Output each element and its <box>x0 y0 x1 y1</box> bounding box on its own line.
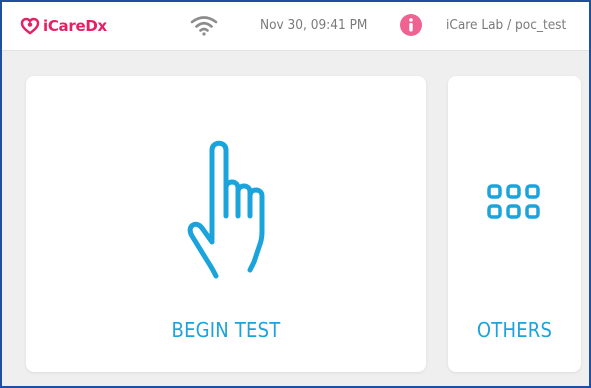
brand-logo: iCareDx <box>20 14 107 38</box>
begin-test-card[interactable]: BEGIN TEST <box>26 76 426 372</box>
others-card[interactable]: OTHERS <box>448 76 581 372</box>
hand-pointer-icon <box>187 140 265 279</box>
grid-icon <box>487 184 540 219</box>
lab-location-label[interactable]: iCare Lab / poc_test <box>446 17 566 33</box>
datetime-label: Nov 30, 09:41 PM <box>260 17 368 33</box>
status-bar: iCareDx Nov 30, 09:41 PM iCare Lab / poc… <box>2 2 589 51</box>
wifi-icon <box>190 16 218 36</box>
info-icon[interactable] <box>400 14 422 36</box>
heart-logo-icon <box>20 17 40 35</box>
app-window: iCareDx Nov 30, 09:41 PM iCare Lab / poc… <box>0 0 591 388</box>
logo-text: iCareDx <box>43 17 107 35</box>
others-label: OTHERS <box>476 318 553 342</box>
begin-test-label: BEGIN TEST <box>171 318 281 342</box>
